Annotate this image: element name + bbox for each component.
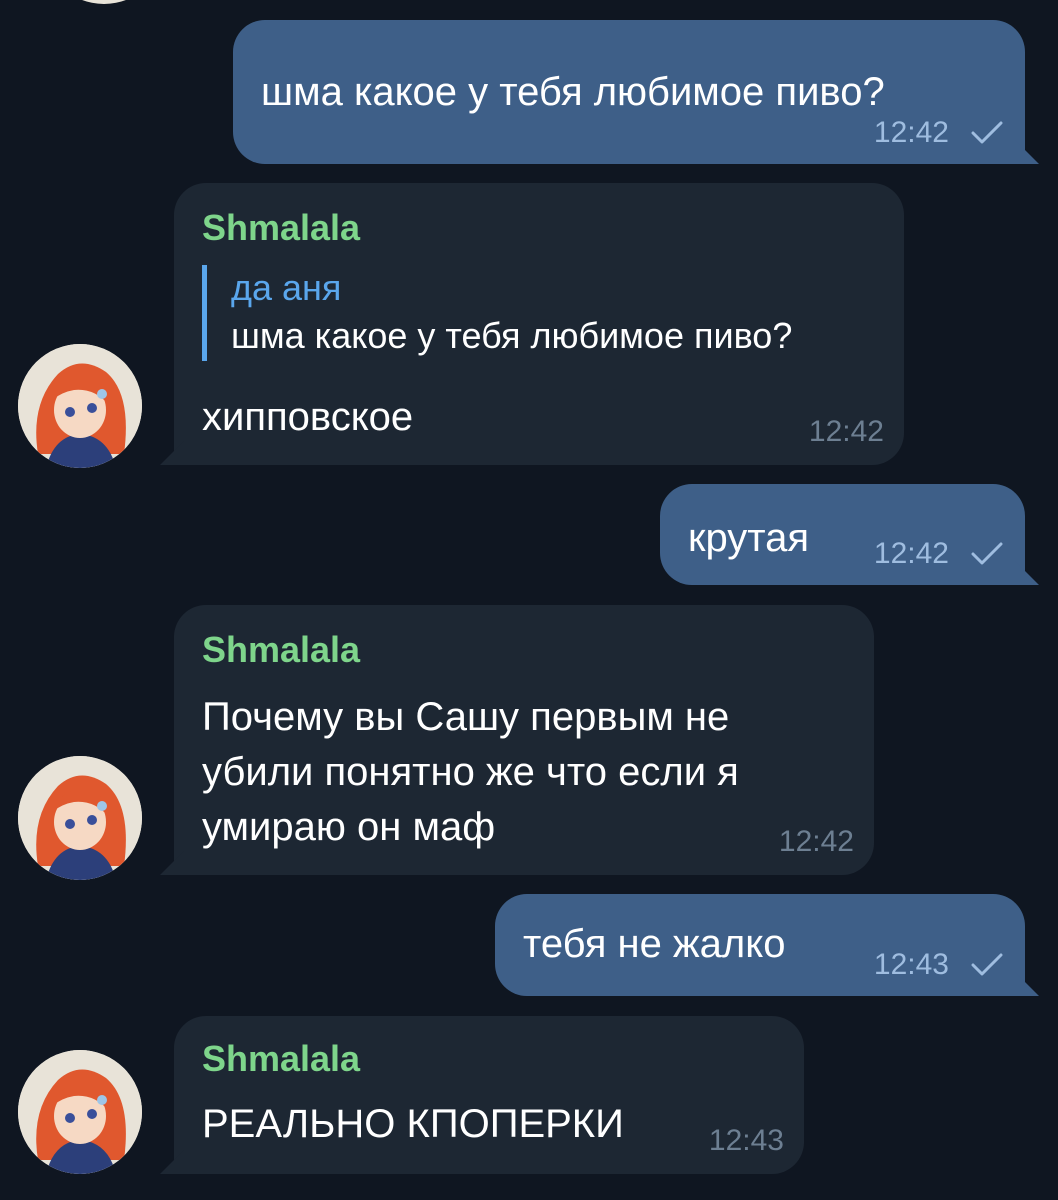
sender-name[interactable]: Shmalala bbox=[202, 628, 360, 672]
check-icon bbox=[971, 953, 1003, 976]
sender-name[interactable]: Shmalala bbox=[202, 206, 360, 250]
avatar-icon[interactable] bbox=[42, 0, 166, 4]
reply-text: шма какое у тебя любимое пиво? bbox=[231, 315, 793, 356]
message-text: РЕАЛЬНО КПОПЕРКИ bbox=[202, 1102, 624, 1146]
reply-author: да аня bbox=[231, 267, 342, 308]
avatar-icon[interactable] bbox=[18, 1050, 142, 1174]
reply-quote[interactable]: да аня шма какое у тебя любимое пиво? bbox=[202, 265, 792, 361]
message-text: шма какое у тебя любимое пиво? bbox=[261, 70, 885, 114]
chat-history[interactable]: шма какое у тебя любимое пиво? 12:42 Shm… bbox=[0, 0, 1058, 1200]
message-time: 12:43 bbox=[708, 1124, 784, 1157]
message-text: крутая bbox=[688, 516, 810, 560]
message-meta: 12:42 bbox=[874, 537, 1003, 571]
message-meta: 12:43 bbox=[709, 1124, 784, 1158]
message-time: 12:42 bbox=[873, 116, 949, 149]
message-time: 12:42 bbox=[808, 415, 884, 448]
avatar-icon[interactable] bbox=[18, 756, 142, 880]
message-time: 12:42 bbox=[873, 537, 949, 570]
check-icon bbox=[971, 542, 1003, 565]
message-meta: 12:42 bbox=[874, 116, 1003, 150]
check-icon bbox=[971, 121, 1003, 144]
incoming-message[interactable]: Shmalala РЕАЛЬНО КПОПЕРКИ 12:43 bbox=[174, 1016, 804, 1174]
sender-name[interactable]: Shmalala bbox=[202, 1037, 360, 1081]
message-meta: 12:42 bbox=[779, 825, 854, 859]
outgoing-message[interactable]: крутая 12:42 bbox=[660, 484, 1025, 585]
incoming-message[interactable]: Shmalala Почему вы Сашу первым не убили … bbox=[174, 605, 874, 875]
avatar-icon[interactable] bbox=[18, 344, 142, 468]
message-meta: 12:43 bbox=[874, 948, 1003, 982]
outgoing-message[interactable]: шма какое у тебя любимое пиво? 12:42 bbox=[233, 20, 1025, 164]
message-time: 12:43 bbox=[873, 948, 949, 981]
message-text: хипповское bbox=[202, 395, 414, 439]
incoming-message[interactable]: Shmalala да аня шма какое у тебя любимое… bbox=[174, 183, 904, 465]
message-meta: 12:42 bbox=[809, 415, 884, 449]
outgoing-message[interactable]: тебя не жалко 12:43 bbox=[495, 894, 1025, 996]
message-text: тебя не жалко bbox=[523, 922, 786, 966]
message-text-line: убили понятно же что если я bbox=[202, 750, 739, 794]
message-time: 12:42 bbox=[778, 825, 854, 858]
message-text-line: умираю он маф bbox=[202, 805, 496, 849]
message-text-line: Почему вы Сашу первым не bbox=[202, 695, 730, 739]
